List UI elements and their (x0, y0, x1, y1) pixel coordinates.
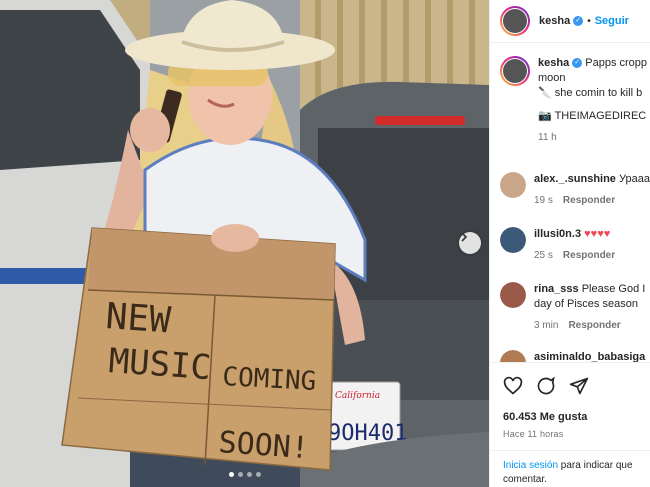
send-icon (569, 377, 589, 395)
share-button[interactable] (569, 376, 589, 396)
author-username[interactable]: kesha (539, 15, 570, 27)
comment-item: asiminaldo_babasiga (500, 350, 645, 362)
knife-icon: 🔪 (538, 87, 552, 99)
comment-time: 3 min (534, 320, 559, 331)
sign-line-1: NEW (104, 296, 172, 341)
comment-username[interactable]: alex._.sunshine (534, 173, 616, 185)
comment-text: Please God I (581, 283, 646, 295)
post-photo[interactable]: California 9OH401 NEW MUSIC COMING SOON! (0, 0, 489, 487)
post-actions: 60.453 Me gusta Hace 11 horas Inicia ses… (490, 362, 650, 485)
slide-dot (237, 472, 243, 477)
comment-item: rina_sss Please God I day of Pisces seas… (500, 282, 645, 333)
sign-line-3: COMING (222, 362, 317, 397)
comment-text-2: day of Pisces season (534, 298, 638, 310)
commenter-avatar[interactable] (500, 227, 526, 253)
slide-dot (255, 472, 261, 477)
post-time: Hace 11 horas (503, 429, 564, 439)
reply-button[interactable]: Responder (568, 320, 620, 331)
post-header: kesha ✓ • Seguir (490, 0, 650, 43)
comment-username[interactable]: asiminaldo_babasiga (534, 351, 645, 362)
comment-time: 19 s (534, 195, 553, 206)
comment-item: illusi0n.3 ♥♥♥♥ 25 s Responder (500, 227, 615, 263)
reply-button[interactable]: Responder (563, 195, 615, 206)
login-text: para indicar que (558, 460, 633, 471)
comment-time: 25 s (534, 250, 553, 261)
caption-text-3: she comin to kill b (554, 87, 643, 99)
slide-dot (228, 472, 234, 477)
verified-icon: ✓ (573, 16, 584, 26)
comments-scroll-area[interactable]: kesha ✓ Papps cropp moon 🔪 she comin to k… (490, 44, 650, 362)
caption-text-1: Papps cropp (585, 57, 648, 69)
caption-username[interactable]: kesha (538, 57, 569, 69)
slide-dot (246, 472, 252, 477)
comment-button[interactable] (536, 376, 556, 396)
commenter-avatar[interactable] (500, 172, 526, 198)
post-side-panel: kesha ✓ • Seguir kesha ✓ Papps cropp moon… (489, 0, 650, 487)
plate-state: California (335, 391, 380, 401)
comment-text: ♥♥♥♥ (584, 228, 611, 240)
comment-username[interactable]: illusi0n.3 (534, 228, 581, 240)
reply-button[interactable]: Responder (563, 250, 615, 261)
caption-text-4: THEIMAGEDIREC (554, 110, 647, 122)
likes-count[interactable]: 60.453 Me gusta (503, 411, 587, 423)
chevron-right-icon (461, 232, 468, 242)
camera-icon: 📷 (538, 110, 552, 122)
comment-text: Урааа (619, 173, 650, 185)
login-link[interactable]: Inicia sesión (503, 460, 558, 471)
header-separator: • (587, 15, 591, 27)
caption-text-2: moon (538, 72, 566, 84)
sign-line-4: SOON! (217, 425, 310, 466)
commenter-avatar[interactable] (500, 282, 526, 308)
login-prompt: Inicia sesión para indicar que comentar. (490, 450, 650, 487)
slide-indicator (0, 472, 489, 477)
sign-line-2: MUSIC (107, 341, 212, 388)
comment-icon (537, 376, 555, 395)
follow-button[interactable]: Seguir (595, 15, 629, 27)
next-slide-button[interactable] (459, 232, 481, 254)
comment-item: alex._.sunshine Урааа 19 s Responder (500, 172, 650, 208)
photo-illustration: California 9OH401 NEW MUSIC COMING SOON! (0, 0, 489, 487)
commenter-avatar[interactable] (500, 350, 526, 362)
comment-username[interactable]: rina_sss (534, 283, 579, 295)
caption-avatar[interactable] (500, 56, 530, 86)
heart-icon (503, 376, 523, 395)
caption: kesha ✓ Papps cropp moon 🔪 she comin to k… (500, 56, 647, 145)
login-text-2: comentar. (503, 474, 547, 485)
caption-time: 11 h (538, 132, 557, 143)
author-avatar[interactable] (500, 6, 530, 36)
verified-icon: ✓ (572, 58, 583, 69)
like-button[interactable] (503, 376, 523, 396)
